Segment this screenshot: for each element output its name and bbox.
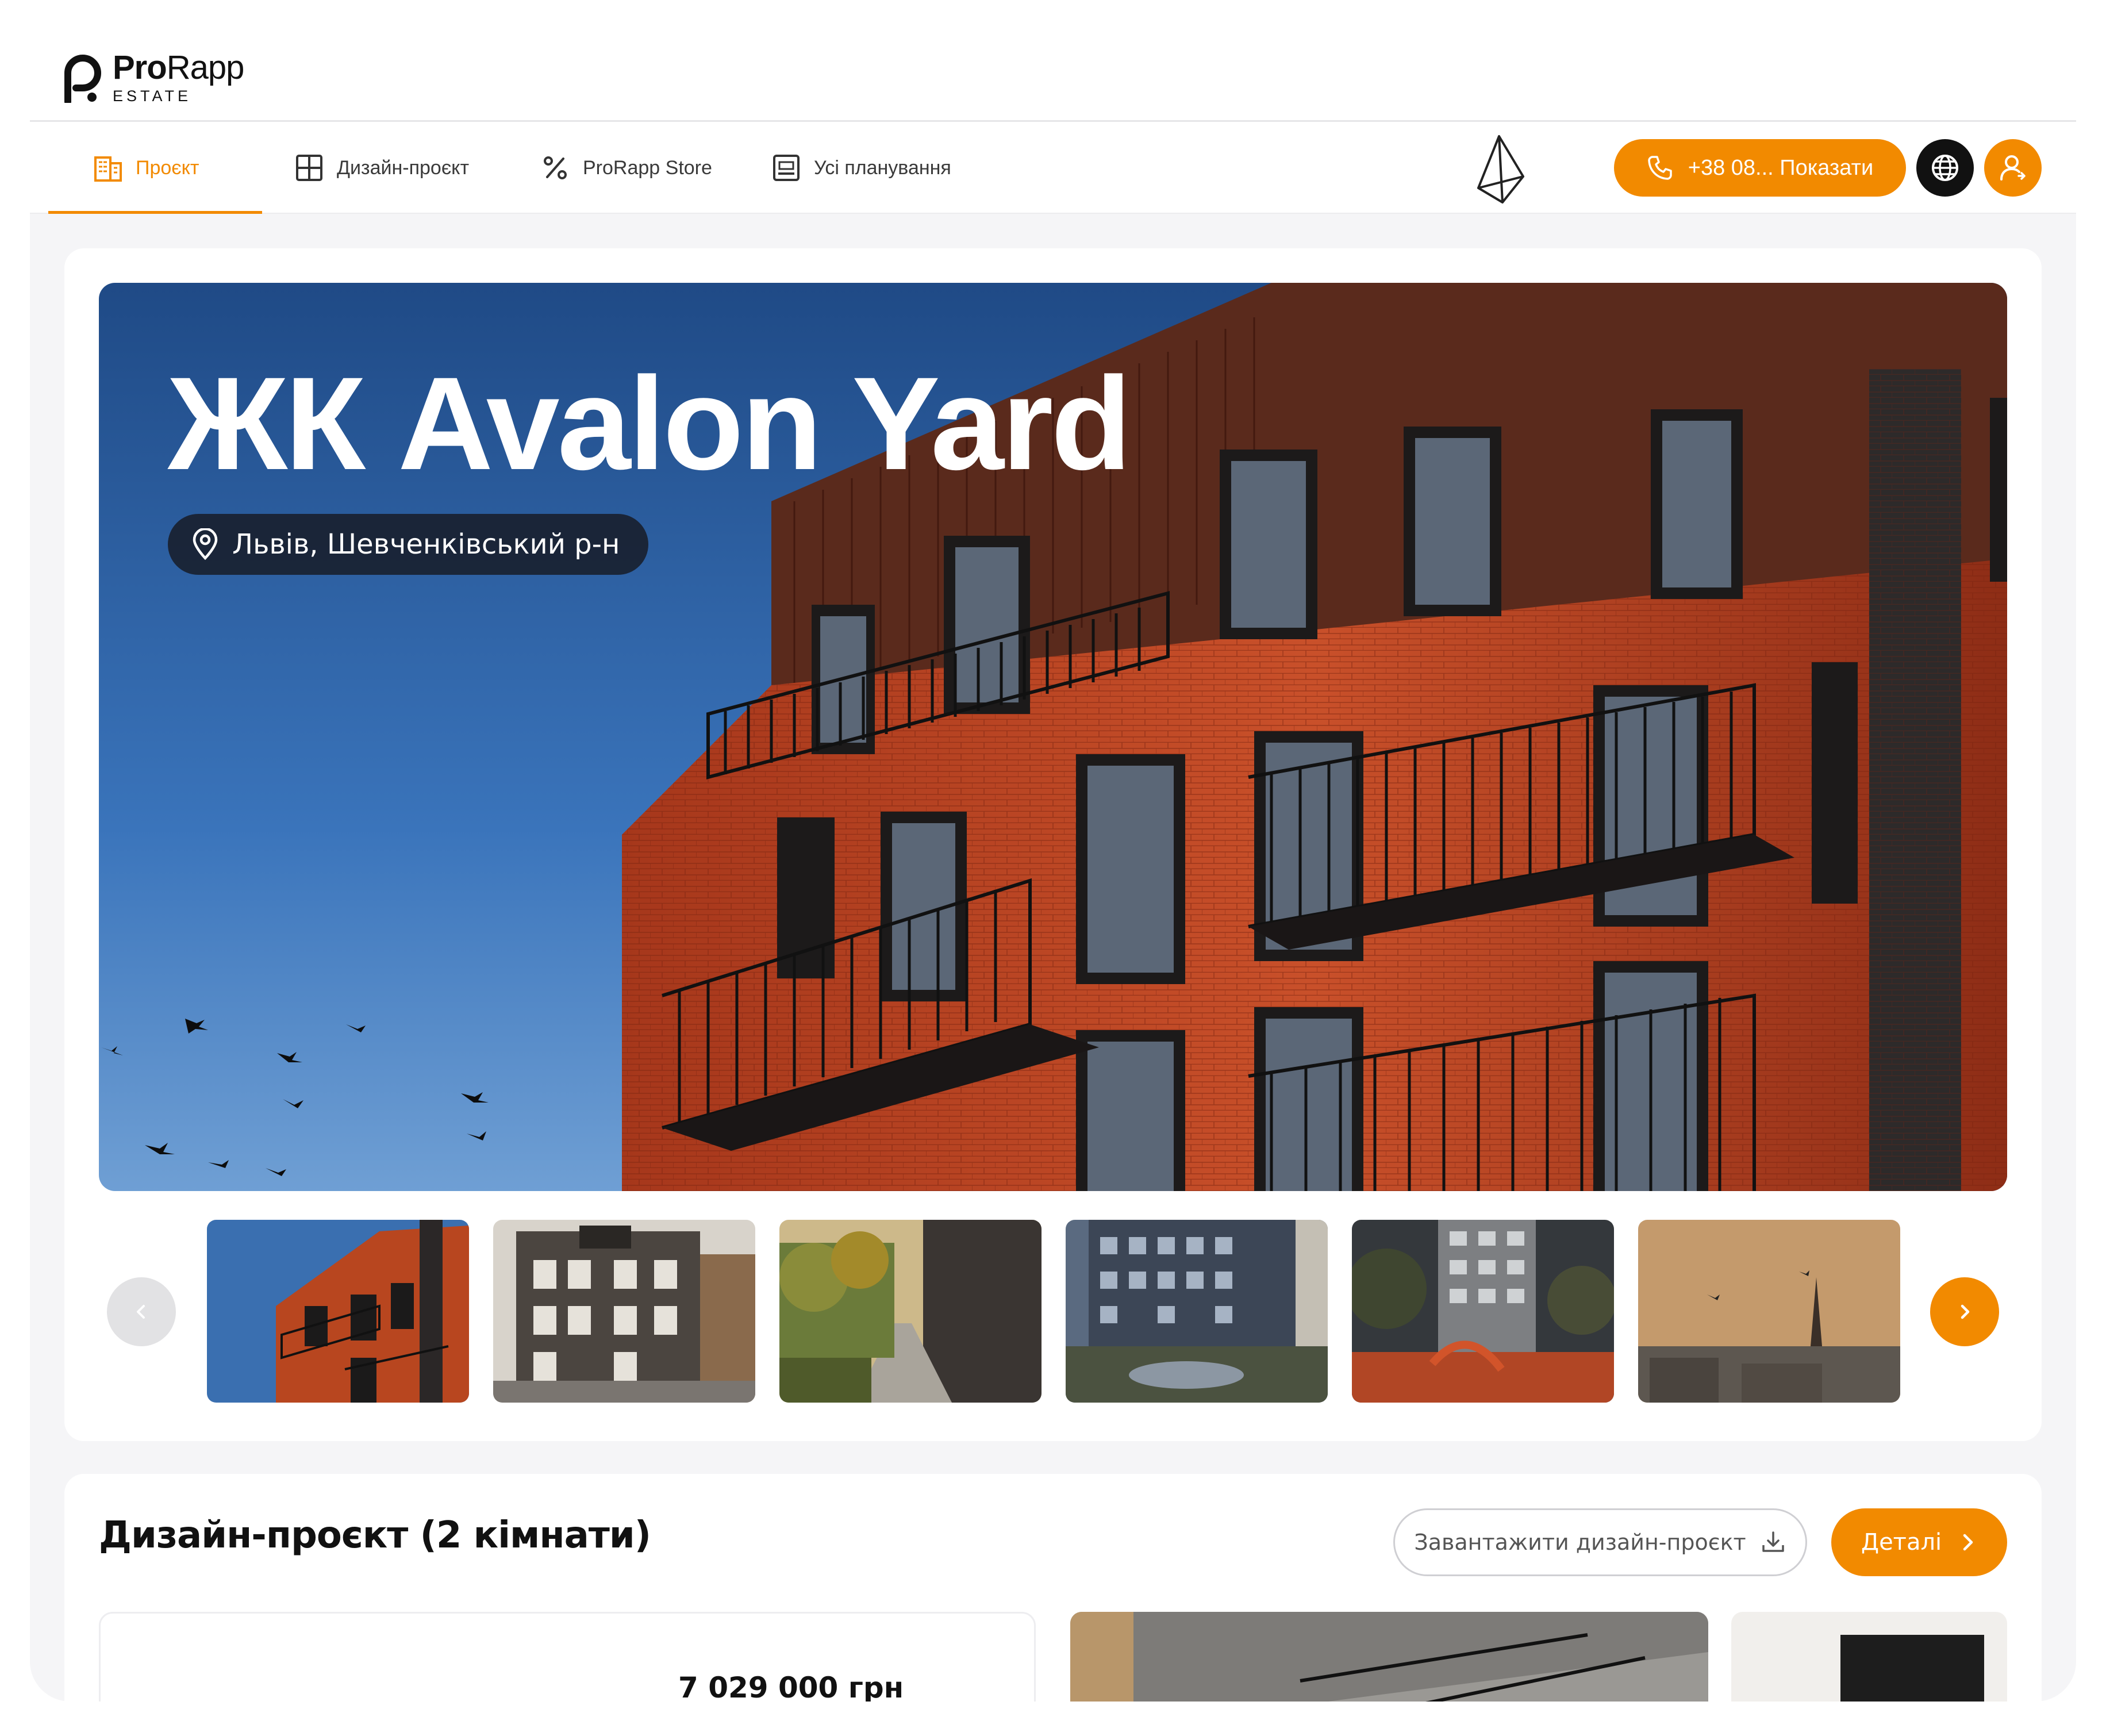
- building-icon: [94, 156, 122, 182]
- top-bar: ProRapp ESTATE: [30, 0, 2076, 122]
- tab-all-layouts[interactable]: Усі планування: [771, 122, 951, 214]
- location-pin-icon: [193, 528, 218, 560]
- floorplan-icon: [773, 155, 800, 181]
- interior-image-1[interactable]: [1070, 1612, 1708, 1702]
- download-icon: [1762, 1531, 1784, 1552]
- chevron-right-icon: [1963, 1534, 1973, 1551]
- hero-card: ЖК Avalon Yard Львів, Шевченківський р-н: [64, 248, 2042, 1441]
- percent-icon: [544, 156, 567, 179]
- gallery-next-button[interactable]: [1930, 1277, 1999, 1346]
- interior-image-2[interactable]: [1731, 1612, 2007, 1702]
- design-project-card: Дизайн-проєкт (2 кімнати) Завантажити ди…: [64, 1474, 2042, 1702]
- location-label: Львів, Шевченківський р-н: [232, 528, 620, 560]
- gallery-thumb-5[interactable]: [1352, 1220, 1614, 1403]
- tab-label: Дизайн-проєкт: [337, 156, 470, 179]
- gallery-thumb-6[interactable]: [1638, 1220, 1900, 1403]
- user-icon: [2000, 155, 2026, 180]
- tab-label: ProRapp Store: [583, 156, 712, 179]
- phone-icon: [1648, 156, 1672, 180]
- language-button[interactable]: [1916, 139, 1974, 197]
- project-title: ЖК Avalon Yard: [168, 349, 1132, 497]
- chevron-right-icon: [1961, 1304, 1970, 1319]
- section-title: Дизайн-проєкт (2 кімнати): [99, 1514, 651, 1557]
- globe-icon: [1932, 155, 1958, 181]
- chevron-left-icon: [137, 1305, 145, 1319]
- prorapp-logo-icon: [64, 54, 101, 103]
- details-button[interactable]: Деталі: [1831, 1508, 2007, 1576]
- account-button[interactable]: [1984, 139, 2042, 197]
- price-value: 7 029 000 грн: [678, 1671, 904, 1702]
- gallery-prev-button[interactable]: [107, 1277, 176, 1346]
- gallery-thumb-3[interactable]: [779, 1220, 1042, 1403]
- location-pill[interactable]: Львів, Шевченківський р-н: [168, 514, 649, 575]
- gallery-strip: [64, 1220, 2042, 1404]
- details-label: Деталі: [1861, 1529, 1942, 1556]
- gallery-thumb-2[interactable]: [493, 1220, 755, 1403]
- tab-label: Проєкт: [136, 156, 199, 179]
- logo-name: ProRapp: [113, 49, 244, 86]
- tab-prorapp-store[interactable]: ProRapp Store: [540, 122, 712, 214]
- tab-label: Усі планування: [814, 156, 951, 179]
- price-panel: 7 029 000 грн: [99, 1612, 1036, 1702]
- gallery-thumb-4[interactable]: [1066, 1220, 1328, 1403]
- tab-design-project[interactable]: Дизайн-проєкт: [294, 122, 469, 214]
- grid-icon: [296, 155, 322, 181]
- hero-image[interactable]: ЖК Avalon Yard Львів, Шевченківський р-н: [99, 283, 2007, 1191]
- prorapp-logo[interactable]: ProRapp ESTATE: [63, 51, 244, 105]
- app-frame: ProRapp ESTATE Проєкт Дизайн-проєкт ProR…: [30, 0, 2076, 1702]
- gallery-thumb-1[interactable]: [207, 1220, 469, 1403]
- phone-label: +38 08... Показати: [1688, 155, 1874, 180]
- logo-subtitle: ESTATE: [113, 87, 192, 105]
- download-label: Завантажити дизайн-проєкт: [1414, 1530, 1746, 1555]
- show-phone-button[interactable]: +38 08... Показати: [1614, 139, 1906, 197]
- main-nav: Проєкт Дизайн-проєкт ProRapp Store Усі п…: [30, 122, 2076, 214]
- developer-logo-icon: [1477, 135, 1524, 203]
- tab-project[interactable]: Проєкт: [48, 122, 263, 214]
- download-design-button[interactable]: Завантажити дизайн-проєкт: [1393, 1508, 1807, 1576]
